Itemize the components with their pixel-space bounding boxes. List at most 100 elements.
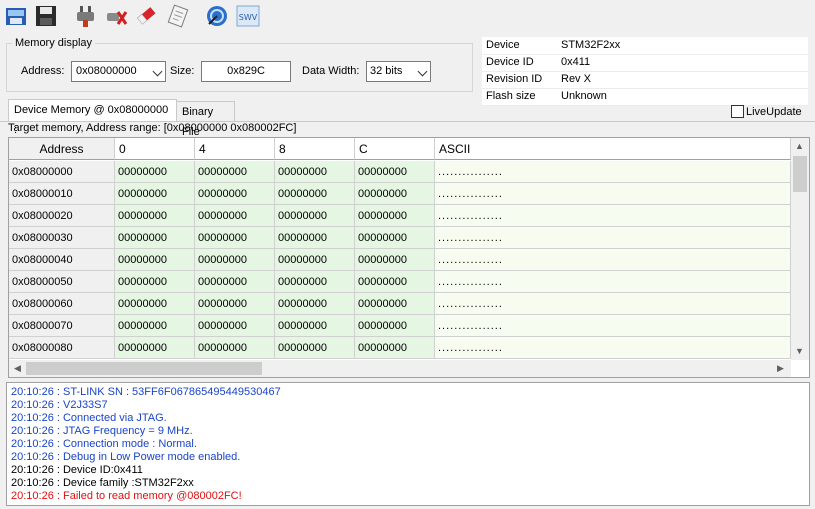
data-cell[interactable]: 00000000 [275,227,355,249]
device-info-row: Flash size Unknown [482,88,808,106]
data-cell[interactable]: 00000000 [275,161,355,183]
ascii-cell[interactable]: ................ [435,337,791,359]
data-cell[interactable]: 00000000 [275,205,355,227]
swv-icon[interactable]: SWV [236,4,260,28]
vertical-scroll-thumb[interactable] [793,156,807,192]
address-cell: 0x08000020 [9,205,115,227]
data-cell[interactable]: 00000000 [195,205,275,227]
column-header-offset-8[interactable]: 8 [275,138,355,160]
horizontal-scrollbar[interactable]: ◀ ▶ [9,360,791,377]
data-cell[interactable]: 00000000 [275,183,355,205]
ascii-cell[interactable]: ................ [435,293,791,315]
device-info-label: Revision ID [486,73,543,85]
device-info-row: Device STM32F2xx [482,37,808,55]
data-cell[interactable]: 00000000 [195,249,275,271]
log-line: 20:10:26 : ST-LINK SN : 53FF6F0678654954… [11,386,281,398]
data-cell[interactable]: 00000000 [195,315,275,337]
chevron-down-icon [152,66,163,77]
data-cell[interactable]: 00000000 [355,337,435,359]
data-cell[interactable]: 00000000 [115,249,195,271]
column-header-offset-0[interactable]: 0 [115,138,195,160]
ascii-cell[interactable]: ................ [435,161,791,183]
data-width-combobox[interactable]: 32 bits [366,61,431,82]
data-width-label: Data Width: [302,65,360,77]
data-cell[interactable]: 00000000 [275,315,355,337]
data-width-value: 32 bits [370,65,403,77]
data-cell[interactable]: 00000000 [195,271,275,293]
data-cell[interactable]: 00000000 [115,271,195,293]
data-cell[interactable]: 00000000 [115,337,195,359]
address-cell: 0x08000060 [9,293,115,315]
ascii-cell[interactable]: ................ [435,205,791,227]
ascii-cell[interactable]: ................ [435,271,791,293]
data-cell[interactable]: 00000000 [115,183,195,205]
column-header-ascii[interactable]: ASCII [435,138,791,160]
data-cell[interactable]: 00000000 [115,293,195,315]
device-info-row: Device ID 0x411 [482,54,808,72]
data-cell[interactable]: 00000000 [195,337,275,359]
column-header-address[interactable]: Address [9,138,115,160]
log-panel[interactable]: 20:10:26 : ST-LINK SN : 53FF6F0678654954… [6,382,810,506]
scroll-up-icon[interactable]: ▲ [791,138,808,155]
vertical-scrollbar[interactable]: ▲ ▼ [791,138,809,360]
data-cell[interactable]: 00000000 [115,227,195,249]
address-cell: 0x08000070 [9,315,115,337]
chevron-down-icon [417,66,428,77]
device-info-label: Device [486,39,520,51]
program-verify-icon[interactable] [166,4,190,28]
size-input[interactable]: 0x829C [201,61,291,82]
data-cell[interactable]: 00000000 [115,315,195,337]
core-reset-icon[interactable] [205,4,229,28]
log-line: 20:10:26 : Connected via JTAG. [11,412,167,424]
data-cell[interactable]: 00000000 [275,249,355,271]
column-header-offset-c[interactable]: C [355,138,435,160]
column-header-offset-4[interactable]: 4 [195,138,275,160]
data-cell[interactable]: 00000000 [355,183,435,205]
save-icon[interactable] [34,4,58,28]
erase-icon[interactable] [134,4,158,28]
address-combobox[interactable]: 0x08000000 [71,61,166,82]
live-update-checkbox[interactable] [731,105,744,118]
memory-display-title: Memory display [12,37,96,49]
scroll-left-icon[interactable]: ◀ [9,360,26,377]
ascii-cell[interactable]: ................ [435,183,791,205]
scroll-down-icon[interactable]: ▼ [791,343,808,360]
data-cell[interactable]: 00000000 [275,337,355,359]
disconnect-icon[interactable] [104,4,128,28]
memory-grid: Address 0 4 8 C ASCII 0x08000000 00000000… [8,137,810,378]
log-line: 20:10:26 : Connection mode : Normal. [11,438,197,450]
data-cell[interactable]: 00000000 [195,293,275,315]
address-cell: 0x08000050 [9,271,115,293]
swv-icon-label: SWV [239,13,258,22]
device-info-label: Flash size [486,90,536,102]
open-file-icon[interactable] [4,4,28,28]
data-cell[interactable]: 00000000 [115,205,195,227]
data-cell[interactable]: 00000000 [195,183,275,205]
tab-device-memory[interactable]: Device Memory @ 0x08000000 : [8,99,177,136]
data-cell[interactable]: 00000000 [355,205,435,227]
data-cell[interactable]: 00000000 [275,271,355,293]
data-cell[interactable]: 00000000 [195,227,275,249]
ascii-cell[interactable]: ................ [435,227,791,249]
data-cell[interactable]: 00000000 [355,271,435,293]
ascii-cell[interactable]: ................ [435,249,791,271]
device-info-value: 0x411 [561,56,591,68]
data-cell[interactable]: 00000000 [115,161,195,183]
data-cell[interactable]: 00000000 [355,293,435,315]
data-cell[interactable]: 00000000 [195,161,275,183]
device-info-value: Unknown [561,90,607,102]
address-cell: 0x08000000 [9,161,115,183]
ascii-cell[interactable]: ................ [435,315,791,337]
data-cell[interactable]: 00000000 [355,227,435,249]
device-info-value: STM32F2xx [561,39,621,51]
log-line: 20:10:26 : Device family :STM32F2xx [11,477,194,489]
device-info-row: Revision ID Rev X [482,71,808,89]
scroll-right-icon[interactable]: ▶ [772,360,789,377]
data-cell[interactable]: 00000000 [275,293,355,315]
tab-binary-file[interactable]: Binary File [176,101,235,138]
data-cell[interactable]: 00000000 [355,315,435,337]
horizontal-scroll-thumb[interactable] [26,362,262,375]
data-cell[interactable]: 00000000 [355,249,435,271]
connect-icon[interactable] [74,4,98,28]
data-cell[interactable]: 00000000 [355,161,435,183]
